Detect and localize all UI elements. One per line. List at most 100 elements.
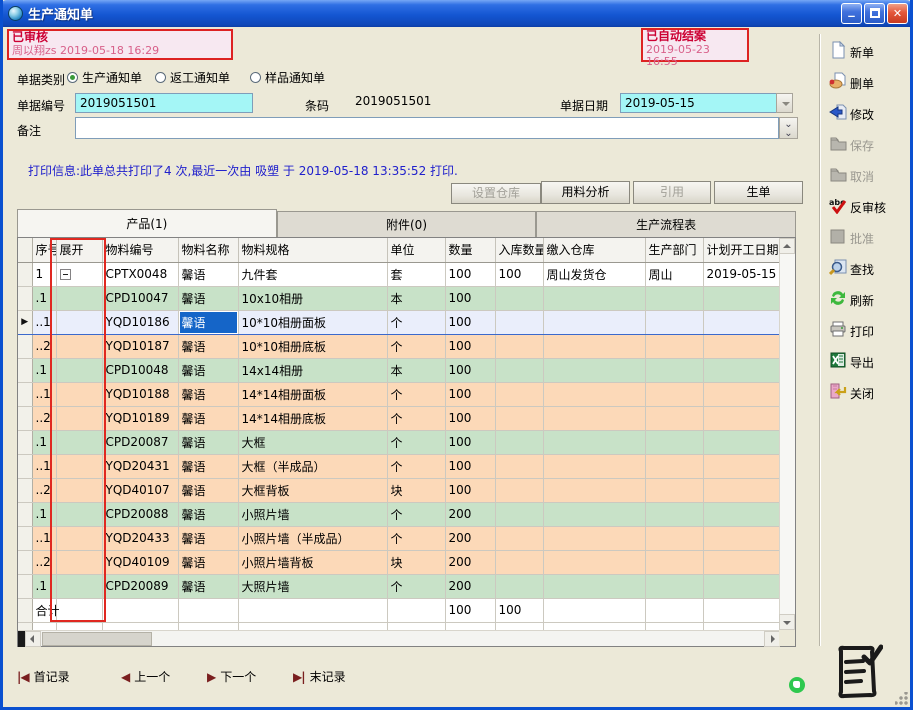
in-qty-cell[interactable]	[495, 406, 543, 430]
dept-cell[interactable]	[645, 550, 703, 574]
expand-cell[interactable]	[56, 262, 102, 286]
seq-cell[interactable]: ..2	[32, 550, 56, 574]
table-row[interactable]: .1CPD10048馨语14x14相册本100	[18, 358, 779, 382]
scroll-down-icon[interactable]	[779, 614, 795, 630]
material-name-cell[interactable]: 馨语	[178, 454, 238, 478]
in-qty-cell[interactable]	[495, 334, 543, 358]
warehouse-cell[interactable]	[543, 550, 645, 574]
row-marker-cell[interactable]	[18, 262, 32, 286]
doc-no-input[interactable]: 2019051501	[75, 93, 253, 113]
material-code-cell[interactable]: CPTX0048	[102, 262, 178, 286]
dept-cell[interactable]	[645, 598, 703, 622]
unit-cell[interactable]: 个	[387, 574, 445, 598]
material-spec-cell[interactable]: 小照片墙（半成品）	[238, 526, 387, 550]
unit-cell[interactable]: 个	[387, 430, 445, 454]
qty-cell[interactable]: 100	[445, 286, 495, 310]
material-spec-cell[interactable]: 大框（半成品）	[238, 454, 387, 478]
start-date-cell[interactable]	[703, 382, 779, 406]
unit-cell[interactable]: 本	[387, 286, 445, 310]
scroll-left-icon[interactable]	[25, 631, 41, 647]
start-date-cell[interactable]: 2019-05-15	[703, 262, 779, 286]
material-code-cell[interactable]: CPD20088	[102, 502, 178, 526]
material-code-cell[interactable]: YQD10189	[102, 406, 178, 430]
resize-grip[interactable]	[895, 692, 908, 705]
material-spec-cell[interactable]: 14*14相册面板	[238, 382, 387, 406]
row-marker-cell[interactable]	[18, 286, 32, 310]
material-code-cell[interactable]: YQD20433	[102, 526, 178, 550]
horizontal-scroll-thumb[interactable]	[42, 632, 152, 646]
table-row[interactable]: 1CPTX0048馨语九件套套100100周山发货仓周山2019-05-15	[18, 262, 779, 286]
doc-type-radio-0[interactable]: 生产通知单	[67, 69, 142, 86]
material-code-cell[interactable]: CPD10047	[102, 286, 178, 310]
in-qty-cell[interactable]	[495, 454, 543, 478]
start-date-cell[interactable]	[703, 334, 779, 358]
seq-cell[interactable]: ..1	[32, 526, 56, 550]
start-date-cell[interactable]	[703, 598, 779, 622]
expand-cell[interactable]	[56, 334, 102, 358]
table-row[interactable]: ..1YQD20431馨语大框（半成品）个100	[18, 454, 779, 478]
material-code-cell[interactable]: YQD40107	[102, 478, 178, 502]
minimize-button[interactable]: _	[841, 3, 862, 24]
material-name-cell[interactable]: 馨语	[178, 358, 238, 382]
material-spec-cell[interactable]: 大框背板	[238, 478, 387, 502]
warehouse-cell[interactable]	[543, 526, 645, 550]
seq-cell[interactable]: .1	[32, 502, 56, 526]
qty-cell[interactable]: 100	[445, 358, 495, 382]
start-date-cell[interactable]	[703, 406, 779, 430]
qty-cell[interactable]: 100	[445, 262, 495, 286]
close-button[interactable]: ✕	[887, 3, 908, 24]
material-code-cell[interactable]: CPD20087	[102, 430, 178, 454]
expand-cell[interactable]	[56, 502, 102, 526]
expand-cell[interactable]	[56, 430, 102, 454]
nav-prev-record[interactable]: ◀上一个	[121, 668, 170, 685]
row-marker-cell[interactable]: ▶	[18, 310, 32, 334]
qty-cell[interactable]: 100	[445, 406, 495, 430]
titlebar[interactable]: 生产通知单 _ ✕	[0, 0, 913, 27]
row-marker-cell[interactable]	[18, 526, 32, 550]
set-warehouse-button[interactable]: 设置仓库	[451, 183, 541, 204]
row-marker-cell[interactable]	[18, 334, 32, 358]
warehouse-cell[interactable]	[543, 310, 645, 334]
row-marker-cell[interactable]	[18, 406, 32, 430]
table-row[interactable]: ..2YQD40109馨语小照片墙背板块200	[18, 550, 779, 574]
qty-cell[interactable]: 200	[445, 550, 495, 574]
unit-cell[interactable]: 个	[387, 406, 445, 430]
material-code-cell[interactable]: YQD10186	[102, 310, 178, 334]
material-analysis-button[interactable]: 用料分析	[541, 181, 630, 204]
unit-cell[interactable]: 块	[387, 550, 445, 574]
scroll-right-icon[interactable]	[764, 631, 780, 647]
warehouse-cell[interactable]	[543, 574, 645, 598]
material-code-cell[interactable]	[102, 598, 178, 622]
warehouse-cell[interactable]	[543, 430, 645, 454]
material-spec-cell[interactable]: 14x14相册	[238, 358, 387, 382]
dept-cell[interactable]	[645, 454, 703, 478]
unit-cell[interactable]: 个	[387, 526, 445, 550]
material-spec-cell[interactable]: 10*10相册底板	[238, 334, 387, 358]
total-label-cell[interactable]: 合计	[32, 598, 56, 622]
sidebar-button-3[interactable]: 修改	[829, 103, 874, 125]
table-row[interactable]: .1CPD20088馨语小照片墙个200	[18, 502, 779, 526]
row-marker-cell[interactable]	[18, 598, 32, 622]
doc-date-input[interactable]: 2019-05-15	[620, 93, 793, 113]
material-spec-cell[interactable]: 小照片墙背板	[238, 550, 387, 574]
warehouse-cell[interactable]	[543, 598, 645, 622]
table-row[interactable]: ..2YQD10187馨语10*10相册底板个100	[18, 334, 779, 358]
unit-cell[interactable]: 个	[387, 454, 445, 478]
nav-next-record[interactable]: ▶下一个	[207, 668, 256, 685]
seq-cell[interactable]: ..2	[32, 406, 56, 430]
sidebar-button-6[interactable]: abc反审核	[829, 196, 886, 218]
dept-cell[interactable]	[645, 430, 703, 454]
material-code-cell[interactable]: CPD10048	[102, 358, 178, 382]
sidebar-button-11[interactable]: 导出	[829, 351, 874, 373]
seq-cell[interactable]: ..1	[32, 454, 56, 478]
start-date-cell[interactable]	[703, 454, 779, 478]
start-date-cell[interactable]	[703, 574, 779, 598]
start-date-cell[interactable]	[703, 526, 779, 550]
qty-cell[interactable]: 100	[445, 310, 495, 334]
create-order-button[interactable]: 生单	[714, 181, 803, 204]
in-qty-cell[interactable]	[495, 550, 543, 574]
table-row[interactable]: ▶..1YQD10186馨语10*10相册面板个100	[18, 310, 779, 334]
seq-cell[interactable]: 1	[32, 262, 56, 286]
expand-cell[interactable]	[56, 358, 102, 382]
in-qty-cell[interactable]	[495, 382, 543, 406]
